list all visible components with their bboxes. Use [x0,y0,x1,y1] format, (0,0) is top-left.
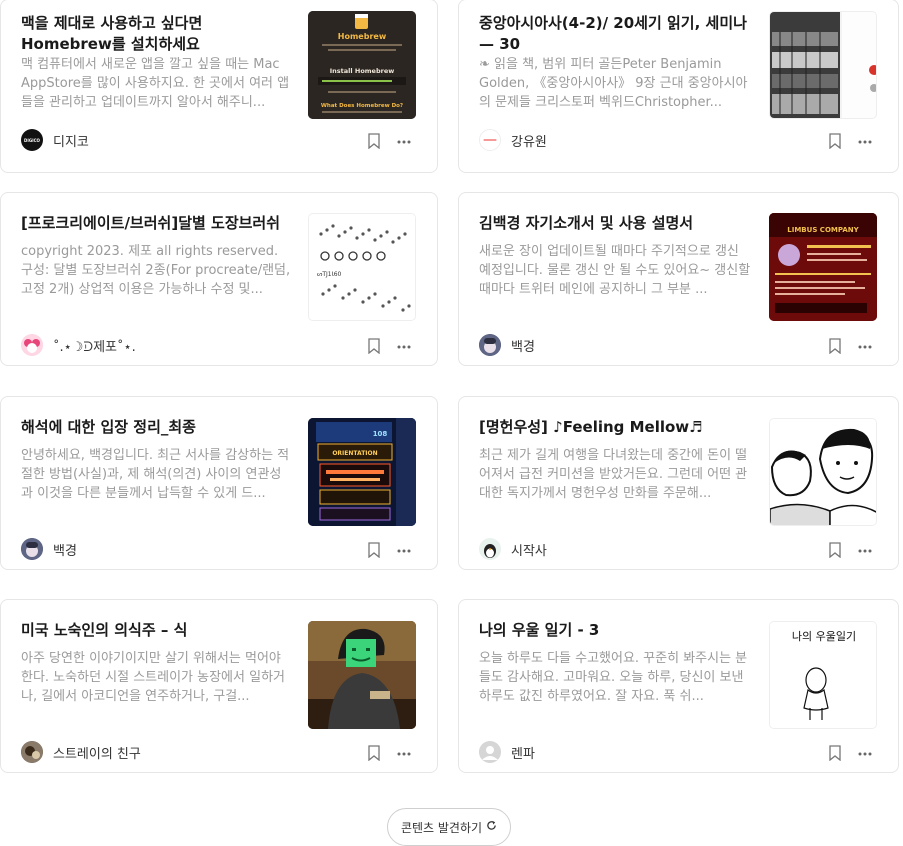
more-dots-icon[interactable] [395,542,413,558]
avatar[interactable] [21,334,43,356]
author-info[interactable]: 렌파 [479,740,535,764]
svg-text:ᔕTJ1Ɩ60: ᔕTJ1Ɩ60 [317,271,342,278]
more-dots-icon[interactable] [856,542,874,558]
author-name[interactable]: 스트레이의 친구 [53,743,141,762]
bookmark-icon[interactable] [367,133,381,150]
avatar[interactable] [21,741,43,763]
more-dots-icon[interactable] [395,338,413,354]
article-excerpt: 아주 당연한 이야기이지만 살기 위해서는 먹어야 한다. 노숙하던 시절 스트… [21,651,285,704]
thumb-text: ORIENTATION [332,450,377,457]
author-info[interactable]: ˚.⋆☽ᑓ제포˚⋆. [21,333,136,357]
article-card[interactable]: 김백경 자기소개서 및 사용 설명서 새로운 장이 업데이트될 때마다 주기적으… [458,192,899,366]
article-excerpt: ❧ 읽을 책, 범위 피터 골든Peter Benjamin Golden, 《… [479,57,748,110]
article-title[interactable]: 맥을 제대로 사용하고 싶다면 Homebrew를 설치하세요 [21,13,293,55]
more-dots-icon[interactable] [395,745,413,761]
article-title[interactable]: 해석에 대한 입장 정리_최종 [21,417,293,438]
article-title[interactable]: 중앙아시아사(4-2)/ 20세기 읽기, 세미나 — 30 [479,13,751,55]
author-name[interactable]: 백경 [53,540,77,559]
bookmark-icon[interactable] [828,542,842,559]
avatar[interactable] [21,538,43,560]
homebrew-thumbnail-image: Homebrew Install Homebrew What Does Home… [308,11,416,119]
author-info[interactable]: 백경 [21,537,77,561]
article-card[interactable]: [프로크리에이트/브러쉬]달별 도장브러쉬 copyright 2023. 제포… [0,192,438,366]
bookmark-icon[interactable] [828,133,842,150]
article-thumbnail[interactable]: 나의 우울일기 [769,621,877,729]
author-name[interactable]: ˚.⋆☽ᑓ제포˚⋆. [53,336,136,355]
avatar[interactable]: DIGICO [21,129,43,151]
article-title[interactable]: 나의 우울 일기 - 3 [479,620,751,641]
bookmark-icon[interactable] [367,745,381,762]
article-thumbnail[interactable]: Homebrew Install Homebrew What Does Home… [308,11,416,119]
author-name[interactable]: 백경 [511,336,535,355]
more-dots-icon[interactable] [856,133,874,149]
author-name[interactable]: 시작사 [511,540,547,559]
author-name[interactable]: 렌파 [511,743,535,762]
article-card[interactable]: 해석에 대한 입장 정리_최종 안녕하세요, 백경입니다. 최근 서사를 감상하… [0,396,438,570]
article-excerpt: copyright 2023. 제포 all rights reserved. … [21,244,291,297]
author-info[interactable]: 시작사 [479,537,547,561]
avatar[interactable] [479,741,501,763]
article-thumbnail[interactable]: LIMBUS COMPANY [769,213,877,321]
article-excerpt: 오늘 하루도 다들 수고했어요. 꾸준히 봐주시는 분들도 감사해요. 고마워요… [479,651,748,704]
bookshelf-thumbnail-image [770,12,876,118]
article-card[interactable]: 맥을 제대로 사용하고 싶다면 Homebrew를 설치하세요 맥 컴퓨터에서 … [0,0,438,173]
photo-thumbnail-image [308,621,416,729]
author-info[interactable]: 백경 [479,333,535,357]
article-excerpt: 맥 컴퓨터에서 새로운 앱을 깔고 싶을 때는 Mac AppStore를 많이… [21,57,290,110]
avatar[interactable] [479,538,501,560]
avatar[interactable] [479,129,501,151]
author-name[interactable]: 디지코 [53,131,89,150]
article-card[interactable]: 미국 노숙인의 의식주 – 식 아주 당연한 이야기이지만 살기 위해서는 먹어… [0,599,438,773]
more-dots-icon[interactable] [856,745,874,761]
thumb-text: Homebrew [338,32,387,41]
neon-sign-thumbnail-image: 108 ORIENTATION [308,418,416,526]
thumb-text: Install Homebrew [330,67,395,75]
more-dots-icon[interactable] [395,133,413,149]
avatar[interactable] [479,334,501,356]
discover-content-button[interactable]: 콘텐츠 발견하기 [387,808,511,846]
thumb-text: 나의 우울일기 [792,629,856,643]
article-excerpt: 최근 제가 길게 여행을 다녀왔는데 중간에 돈이 떨어져서 급전 커미션을 받… [479,448,748,501]
bookmark-icon[interactable] [367,338,381,355]
author-name[interactable]: 강유원 [511,131,547,150]
refresh-icon [486,820,497,834]
diary-drawing-thumbnail-image: 나의 우울일기 [770,622,876,728]
article-thumbnail[interactable] [769,11,877,119]
article-card[interactable]: 중앙아시아사(4-2)/ 20세기 읽기, 세미나 — 30 ❧ 읽을 책, 범… [458,0,899,173]
article-title[interactable]: [명헌우성] ♪Feeling Mellow♬ [479,417,751,438]
article-thumbnail[interactable] [308,621,416,729]
limbus-thumbnail-image: LIMBUS COMPANY [769,213,877,321]
author-info[interactable]: DIGICO 디지코 [21,128,89,152]
author-info[interactable]: 스트레이의 친구 [21,740,141,764]
article-excerpt: 안녕하세요, 백경입니다. 최근 서사를 감상하는 적절한 방법(사실)과, 제… [21,448,290,501]
stamp-brush-thumbnail-image: ᔕTJ1Ɩ60 [309,214,415,320]
bookmark-icon[interactable] [367,542,381,559]
manga-thumbnail-image [770,419,876,525]
avatar-text: DIGICO [24,137,40,143]
article-title[interactable]: [프로크리에이트/브러쉬]달별 도장브러쉬 [21,213,293,234]
discover-label: 콘텐츠 발견하기 [400,820,483,835]
article-thumbnail[interactable]: 108 ORIENTATION [308,418,416,526]
article-excerpt: 새로운 장이 업데이트될 때마다 주기적으로 갱신 예정입니다. 물론 갱신 안… [479,244,751,297]
bookmark-icon[interactable] [828,745,842,762]
thumb-text: LIMBUS COMPANY [787,226,859,234]
more-dots-icon[interactable] [856,338,874,354]
article-thumbnail[interactable]: ᔕTJ1Ɩ60 [308,213,416,321]
article-title[interactable]: 미국 노숙인의 의식주 – 식 [21,620,293,641]
article-card[interactable]: 나의 우울 일기 - 3 오늘 하루도 다들 수고했어요. 꾸준히 봐주시는 분… [458,599,899,773]
article-thumbnail[interactable] [769,418,877,526]
thumb-text: 108 [373,430,388,438]
bookmark-icon[interactable] [828,338,842,355]
thumb-text: What Does Homebrew Do? [321,103,403,109]
author-info[interactable]: 강유원 [479,128,547,152]
article-card[interactable]: [명헌우성] ♪Feeling Mellow♬ 최근 제가 길게 여행을 다녀왔… [458,396,899,570]
article-title[interactable]: 김백경 자기소개서 및 사용 설명서 [479,213,751,234]
